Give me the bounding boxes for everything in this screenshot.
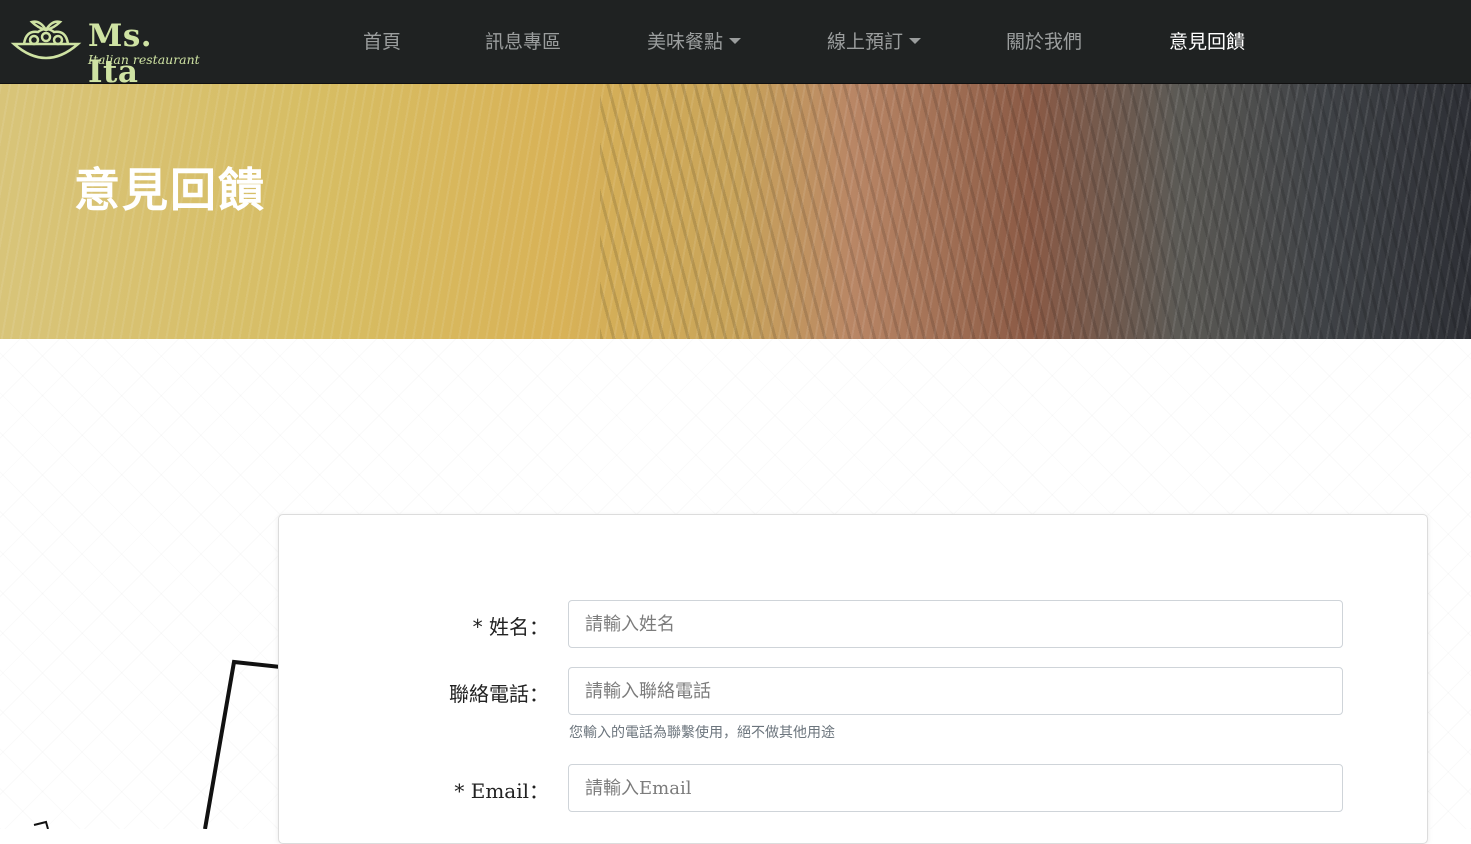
email-input[interactable] [568, 764, 1343, 812]
nav-item-label: 線上預訂 [827, 31, 904, 53]
phone-input[interactable] [568, 667, 1343, 715]
pasta-bowl-icon [10, 20, 82, 60]
nav-item-home[interactable]: 首頁 [363, 26, 401, 58]
navbar: Ms. Ita Italian restaurant 首頁 訊息專區 美味餐點 … [0, 0, 1471, 90]
brand-logo[interactable]: Ms. Ita Italian restaurant [10, 14, 210, 90]
phone-label: 聯絡電話： [449, 682, 549, 706]
nav-item-label: 首頁 [363, 31, 402, 53]
caret-down-icon [909, 37, 922, 44]
email-label: * Email： [454, 779, 549, 803]
nav-item-reservation[interactable]: 線上預訂 [827, 26, 922, 58]
nav-item-feedback[interactable]: 意見回饋 [1169, 26, 1245, 58]
page-title: 意見回饋 [74, 163, 266, 217]
nav-item-about[interactable]: 關於我們 [1006, 26, 1082, 58]
hero-pasta-texture-dark [600, 84, 1471, 339]
phone-help-text: 您輸入的電話為聯繫使用，絕不做其他用途 [569, 725, 835, 741]
nav-item-news[interactable]: 訊息專區 [485, 26, 561, 58]
brand-tagline: Italian restaurant [88, 52, 200, 67]
name-input[interactable] [568, 600, 1343, 648]
name-label: * 姓名： [472, 615, 549, 639]
nav-item-label: 關於我們 [1006, 31, 1083, 53]
decorative-sketch [33, 659, 290, 829]
hero-banner: 意見回饋 [0, 84, 1471, 339]
nav-item-label: 美味餐點 [647, 31, 724, 53]
feedback-form-card: * 姓名： 聯絡電話： 您輸入的電話為聯繫使用，絕不做其他用途 * Email： [278, 514, 1428, 844]
caret-down-icon [729, 37, 742, 44]
nav-item-label: 訊息專區 [485, 31, 562, 53]
nav-item-label: 意見回饋 [1169, 31, 1246, 53]
nav-item-menu[interactable]: 美味餐點 [647, 26, 742, 58]
